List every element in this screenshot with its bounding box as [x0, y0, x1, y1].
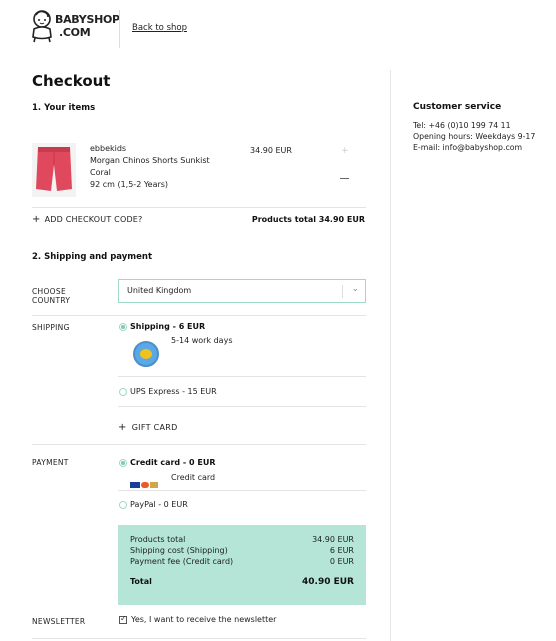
babyshop-logo[interactable]: BABYSHOP .COM	[30, 9, 120, 45]
summary-row-value: 34.90 EUR	[312, 535, 354, 544]
product-name-line2[interactable]: Coral	[90, 168, 111, 177]
select-separator	[342, 285, 343, 298]
add-checkout-code-button[interactable]: + ADD CHECKOUT CODE?	[32, 214, 143, 225]
product-brand: ebbekids	[90, 144, 127, 153]
product-price: 34.90 EUR	[250, 146, 292, 155]
logo-text-line2: .COM	[59, 26, 91, 39]
checkout-main: Checkout 1. Your items ebbekids Morgan C…	[0, 70, 390, 641]
payment-card-radio[interactable]	[119, 459, 127, 467]
customer-service-email[interactable]: E-mail: info@babyshop.com	[413, 142, 556, 153]
summary-total-label: Total	[130, 577, 152, 586]
mastercard-icon	[141, 481, 149, 488]
logo-text: BABYSHOP .COM	[55, 13, 120, 39]
shipping-ups-label[interactable]: UPS Express - 15 EUR	[130, 387, 217, 396]
logo-text-line1: BABYSHOP	[55, 13, 120, 26]
product-size: 92 cm (1,5-2 Years)	[90, 180, 169, 189]
shipping-option-divider	[118, 376, 366, 377]
products-total: Products total 34.90 EUR	[251, 215, 365, 224]
product-image[interactable]	[32, 143, 76, 197]
newsletter-label: NEWSLETTER	[32, 617, 86, 626]
card-icon	[150, 481, 158, 488]
shipping-ups-radio[interactable]	[119, 388, 127, 396]
payment-card-label[interactable]: Credit card - 0 EUR	[130, 458, 216, 467]
shipping-standard-label[interactable]: Shipping - 6 EUR	[130, 322, 205, 331]
summary-row-label: Shipping cost (Shipping)	[130, 546, 228, 555]
visa-icon	[130, 481, 140, 488]
check-icon: ✓	[120, 614, 127, 623]
shipping-label: SHIPPING	[32, 323, 70, 332]
customer-service-panel: Customer service Tel: +46 (0)10 199 74 1…	[413, 102, 556, 153]
order-summary: Products total 34.90 EUR Shipping cost (…	[118, 525, 366, 605]
ups-divider	[118, 406, 366, 407]
summary-total-value: 40.90 EUR	[302, 577, 354, 587]
baby-logo-icon	[32, 10, 52, 43]
newsletter-text[interactable]: Yes, I want to receive the newsletter	[131, 615, 276, 624]
customer-service-title: Customer service	[413, 102, 502, 112]
customer-service-hours: Opening hours: Weekdays 9-17	[413, 132, 536, 141]
summary-row: Payment fee (Credit card) 0 EUR	[130, 557, 354, 566]
items-divider	[32, 207, 366, 208]
country-select-value: United Kingdom	[127, 286, 192, 295]
plus-icon: +	[32, 214, 41, 225]
gift-card-label: GIFT CARD	[131, 423, 178, 432]
payment-card-detail: Credit card	[171, 473, 216, 482]
post-horn-shape	[140, 349, 152, 359]
summary-row-label: Products total	[130, 535, 186, 544]
product-name-line1[interactable]: Morgan Chinos Shorts Sunkist	[90, 156, 210, 165]
summary-row: Shipping cost (Shipping) 6 EUR	[130, 546, 354, 555]
header: BABYSHOP .COM Back to shop	[0, 0, 556, 58]
shorts-image	[36, 147, 72, 191]
plus-icon: +	[118, 422, 127, 433]
country-label-line2: COUNTRY	[32, 296, 71, 305]
column-divider	[390, 70, 391, 641]
shipping-divider	[32, 444, 366, 445]
page-title: Checkout	[32, 72, 111, 90]
summary-total-row: Total 40.90 EUR	[130, 577, 354, 587]
header-divider	[119, 10, 120, 48]
country-select[interactable]: United Kingdom ⌄	[118, 279, 366, 303]
country-divider	[32, 315, 366, 316]
payment-option-divider	[118, 490, 366, 491]
payment-paypal-label[interactable]: PayPal - 0 EUR	[130, 500, 188, 509]
country-label: CHOOSE COUNTRY	[32, 287, 70, 305]
shipping-standard-detail: 5-14 work days	[171, 336, 233, 345]
summary-row: Products total 34.90 EUR	[130, 535, 354, 544]
shipping-section-title: 2. Shipping and payment	[32, 252, 153, 262]
gift-card-button[interactable]: + GIFT CARD	[118, 422, 178, 433]
summary-row-value: 0 EUR	[329, 557, 354, 566]
shipping-standard-radio[interactable]	[119, 323, 127, 331]
customer-service-phone[interactable]: Tel: +46 (0)10 199 74 11	[413, 120, 556, 131]
payment-paypal-radio[interactable]	[119, 501, 127, 509]
chevron-down-icon: ⌄	[351, 284, 359, 294]
country-label-line1: CHOOSE	[32, 287, 66, 296]
checkout-code-label: ADD CHECKOUT CODE?	[44, 215, 143, 224]
post-horn-icon	[133, 341, 159, 367]
quantity-decrease-button[interactable]	[340, 178, 349, 179]
items-section-title: 1. Your items	[32, 103, 96, 113]
back-to-shop-link[interactable]: Back to shop	[132, 23, 187, 33]
summary-row-label: Payment fee (Credit card)	[130, 557, 234, 566]
newsletter-checkbox[interactable]: ✓	[119, 614, 127, 624]
card-logos-icon	[130, 474, 162, 488]
newsletter-divider	[32, 638, 366, 639]
summary-row-value: 6 EUR	[329, 546, 354, 555]
payment-label: PAYMENT	[32, 458, 69, 467]
quantity-increase-button[interactable]: +	[341, 146, 349, 156]
